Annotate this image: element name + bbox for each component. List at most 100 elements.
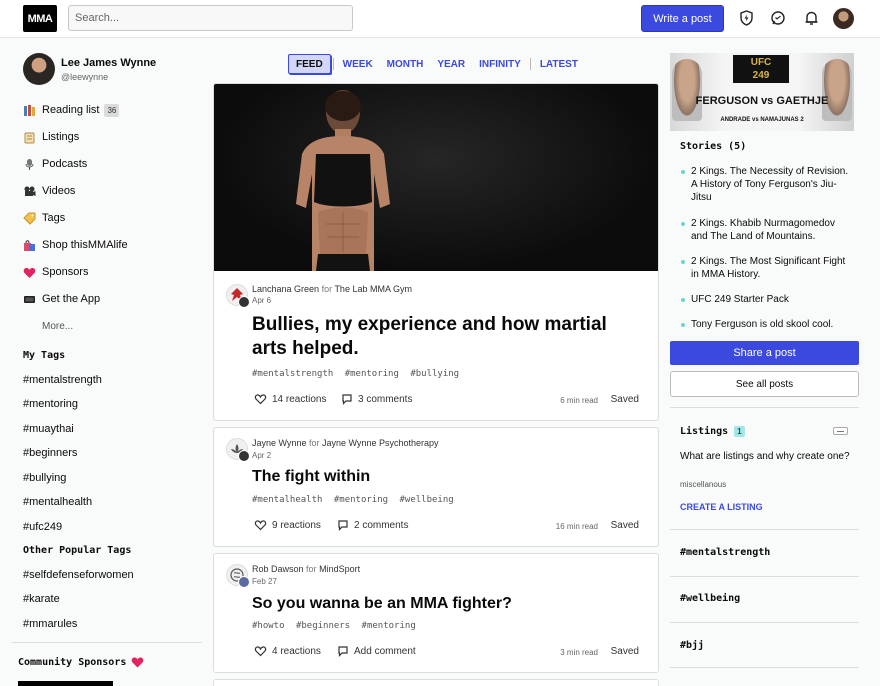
reactions-button[interactable]: 4 reactions (254, 645, 321, 657)
video-camera-icon (23, 185, 36, 198)
saved-button[interactable]: Saved (611, 520, 639, 531)
article-tag[interactable]: #mentoring (334, 495, 388, 505)
article-tag[interactable]: #bullying (410, 369, 459, 379)
org-avatar[interactable] (238, 296, 250, 308)
create-listing-link[interactable]: CREATE A LISTING (680, 502, 763, 512)
user-avatar[interactable] (833, 8, 854, 29)
community-sponsors-title: Community Sponsors (18, 656, 144, 668)
tab-month[interactable]: MONTH (380, 54, 431, 74)
my-tag-item[interactable]: #beginners (23, 447, 77, 459)
read-time: 16 min read (555, 522, 598, 531)
profile-handle: @leewynne (61, 72, 109, 82)
profile-avatar[interactable] (23, 53, 55, 85)
featured-article-card[interactable]: Lanchana Green for The Lab MMA Gym Apr 6… (213, 83, 659, 421)
sidebar-item-shop[interactable]: Shop thisMMAlife (23, 236, 128, 254)
article-author[interactable]: Rob Dawson for MindSport (252, 564, 360, 574)
see-all-posts-button[interactable]: See all posts (670, 371, 859, 397)
sidebar-item-listings[interactable]: Listings (23, 128, 79, 146)
tab-latest[interactable]: LATEST (533, 54, 585, 74)
article-title[interactable]: Bullies, my experience and how martial a… (252, 313, 607, 361)
org-avatar[interactable] (238, 576, 250, 588)
my-tag-item[interactable]: #mentalhealth (23, 496, 92, 508)
my-tag-item[interactable]: #muaythai (23, 423, 74, 435)
article-cover-image[interactable] (214, 84, 658, 271)
site-logo[interactable]: MMA (23, 5, 57, 32)
tab-week[interactable]: WEEK (336, 54, 380, 74)
sponsor-banner[interactable] (18, 681, 113, 686)
add-comment-button[interactable]: Add comment (337, 645, 416, 657)
article-tag[interactable]: #beginners (296, 621, 350, 631)
article-card[interactable]: Jayne Wynne for Jayne Wynne Psychotherap… (213, 427, 659, 547)
sidebar-divider (12, 642, 202, 643)
other-tag-item[interactable]: #karate (23, 593, 60, 605)
collapse-listings-button[interactable] (833, 427, 848, 435)
story-item[interactable]: 2 Kings. Khabib Nurmagomedov and The Lan… (681, 217, 849, 243)
org-avatar[interactable] (238, 450, 250, 462)
chat-icon[interactable] (769, 9, 787, 27)
comment-icon (342, 394, 352, 405)
write-post-button[interactable]: Write a post (641, 5, 724, 32)
listings-count-badge: 1 (734, 426, 745, 437)
article-author[interactable]: Jayne Wynne for Jayne Wynne Psychotherap… (252, 438, 438, 448)
other-tag-item[interactable]: #mmarules (23, 618, 77, 630)
heart-outline-icon (254, 520, 267, 531)
scroll-icon (23, 131, 36, 144)
sidebar-item-reading-list[interactable]: Reading list 36 (23, 101, 120, 119)
sidebar-divider (670, 407, 859, 408)
left-sidebar: Lee James Wynne @leewynne Reading list 3… (0, 38, 205, 686)
my-tag-item[interactable]: #mentoring (23, 398, 78, 410)
comment-icon (338, 646, 348, 657)
comments-button[interactable]: 3 comments (341, 393, 412, 405)
article-tag[interactable]: #mentoring (345, 369, 399, 379)
article-tags: #mentalstrength #mentoring #bullying (252, 369, 465, 379)
heart-icon (132, 657, 144, 668)
reactions-button[interactable]: 9 reactions (254, 519, 321, 531)
sidebar-item-get-app[interactable]: Get the App (23, 290, 100, 308)
tag-section-mentalstrength[interactable]: #mentalstrength (680, 547, 770, 558)
saved-button[interactable]: Saved (611, 646, 639, 657)
my-tag-item[interactable]: #ufc249 (23, 521, 62, 533)
microphone-icon (23, 158, 36, 171)
banner-subtitle: ANDRADE vs NAMAJUNAS 2 (720, 117, 804, 123)
comments-button[interactable]: 2 comments (337, 519, 408, 531)
tag-section-bjj[interactable]: #bjj (680, 640, 704, 651)
tab-infinity[interactable]: INFINITY (472, 54, 528, 74)
heart-icon (23, 266, 36, 279)
story-item[interactable]: Tony Ferguson is old skool cool. (681, 318, 849, 331)
article-card[interactable] (213, 679, 659, 686)
article-tag[interactable]: #wellbeing (399, 495, 453, 505)
article-tag[interactable]: #mentalstrength (252, 369, 333, 379)
article-author[interactable]: Lanchana Green for The Lab MMA Gym (252, 284, 412, 294)
tag-section-wellbeing[interactable]: #wellbeing (680, 593, 740, 604)
article-title[interactable]: So you wanna be an MMA fighter? (252, 594, 512, 614)
sidebar-divider (670, 667, 859, 668)
bell-icon[interactable] (802, 9, 820, 27)
story-item[interactable]: 2 Kings. The Most Significant Fight in M… (681, 255, 849, 281)
shield-icon[interactable] (737, 9, 755, 27)
other-tag-item[interactable]: #selfdefenseforwomen (23, 569, 134, 581)
article-tag[interactable]: #mentalhealth (252, 495, 322, 505)
search-input[interactable] (68, 5, 353, 31)
article-tag[interactable]: #mentoring (362, 621, 416, 631)
story-item[interactable]: 2 Kings. The Necessity of Revision. A Hi… (681, 165, 849, 204)
reactions-button[interactable]: 14 reactions (254, 393, 326, 405)
listing-item-title[interactable]: What are listings and why create one? (680, 450, 850, 463)
profile-name[interactable]: Lee James Wynne (61, 57, 156, 69)
saved-button[interactable]: Saved (611, 394, 639, 405)
sidebar-item-podcasts[interactable]: Podcasts (23, 155, 87, 173)
more-link[interactable]: More... (42, 321, 73, 332)
my-tag-item[interactable]: #bullying (23, 472, 66, 484)
story-item[interactable]: UFC 249 Starter Pack (681, 293, 849, 306)
tab-year[interactable]: YEAR (430, 54, 472, 74)
ufc-249-banner[interactable]: UFC 249 FERGUSON vs GAETHJE ANDRADE vs N… (670, 53, 854, 131)
article-tag[interactable]: #howto (252, 621, 285, 631)
sidebar-item-videos[interactable]: Videos (23, 182, 75, 200)
sidebar-item-sponsors[interactable]: Sponsors (23, 263, 88, 281)
heart-outline-icon (254, 394, 267, 405)
sidebar-item-tags[interactable]: Tags (23, 209, 65, 227)
article-card[interactable]: Rob Dawson for MindSport Feb 27 So you w… (213, 553, 659, 673)
share-post-button[interactable]: Share a post (670, 341, 859, 365)
tab-feed[interactable]: FEED (288, 54, 331, 74)
article-title[interactable]: The fight within (252, 467, 370, 487)
my-tag-item[interactable]: #mentalstrength (23, 374, 102, 386)
